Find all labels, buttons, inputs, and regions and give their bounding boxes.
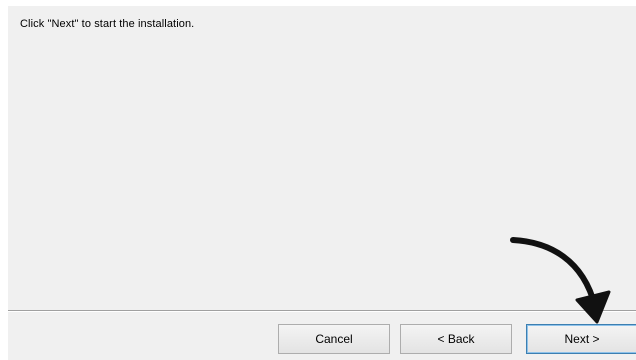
cancel-button[interactable]: Cancel: [278, 324, 390, 354]
curved-arrow-icon: [510, 237, 611, 324]
instruction-text: Click "Next" to start the installation.: [20, 18, 195, 30]
next-button[interactable]: Next >: [526, 324, 636, 354]
back-button[interactable]: < Back: [400, 324, 512, 354]
